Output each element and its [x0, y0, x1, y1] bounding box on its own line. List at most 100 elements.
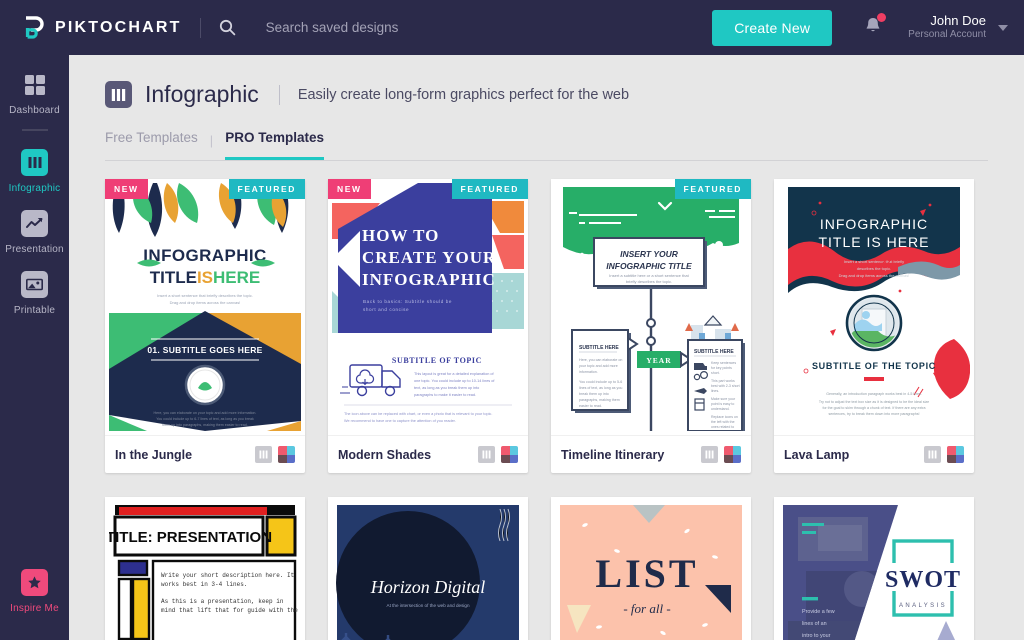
template-thumbnail[interactable]: TITLE: PRESENTATION Write your short des…	[105, 497, 305, 640]
template-card[interactable]: NEW FEATURED	[328, 179, 528, 473]
badge-featured: FEATURED	[229, 179, 305, 199]
template-name: Lava Lamp	[784, 448, 849, 462]
template-card-icons	[701, 446, 741, 463]
sidebar-item-printable[interactable]: Printable	[0, 255, 69, 316]
svg-text:Insert a short sentence that b: Insert a short sentence that briefly des…	[157, 293, 253, 298]
svg-text:text, as long as you break the: text, as long as you break them up into	[414, 386, 479, 390]
color-palette-icon[interactable]	[724, 446, 741, 463]
notification-dot	[877, 13, 886, 22]
template-card[interactable]: Horizon Digital At the intersection of t…	[328, 497, 528, 640]
svg-text:best with 2-3 short: best with 2-3 short	[711, 384, 740, 388]
sidebar-item-inspire-me[interactable]: Inspire Me	[0, 569, 69, 614]
template-card-icons	[478, 446, 518, 463]
svg-text:understand.: understand.	[711, 407, 730, 411]
svg-text:lines of text, as long as you: lines of text, as long as you	[579, 386, 622, 390]
infographic-bars-icon[interactable]	[701, 446, 718, 463]
svg-text:Horizon Digital: Horizon Digital	[370, 577, 486, 597]
svg-text:TITLE: PRESENTATION: TITLE: PRESENTATION	[109, 529, 272, 546]
sidebar-item-presentation[interactable]: Presentation	[0, 194, 69, 255]
svg-text:lines.: lines.	[711, 389, 719, 393]
badge-new: NEW	[328, 179, 371, 199]
tab-divider: |	[198, 133, 225, 160]
svg-text:intro to your: intro to your	[802, 633, 831, 639]
svg-text:LIST: LIST	[595, 551, 698, 596]
svg-text:At the intersection of the web: At the intersection of the web and desig…	[387, 603, 470, 608]
template-card[interactable]: INFOGRAPHIC TITLE IS HERE Insert a short…	[774, 179, 974, 473]
brand-name: PIKTOCHART	[55, 19, 182, 37]
page-header: Infographic Easily create long-form grap…	[69, 55, 1024, 108]
color-palette-icon[interactable]	[278, 446, 295, 463]
svg-text:SUBTITLE HERE: SUBTITLE HERE	[694, 349, 734, 355]
sidebar-item-dashboard[interactable]: Dashboard	[0, 55, 69, 116]
svg-text:information.: information.	[579, 370, 598, 374]
tab-free-templates[interactable]: Free Templates	[105, 130, 198, 160]
account-subtitle: Personal Account	[908, 29, 986, 42]
thumbnail-art-timeline: INSERT YOUR INFOGRAPHIC TITLE Insert a s…	[555, 183, 747, 431]
template-card[interactable]: TITLE: PRESENTATION Write your short des…	[105, 497, 305, 640]
sidebar-label-infographic: Infographic	[0, 183, 69, 194]
template-thumbnail[interactable]: Provide a few lines of an intro to your …	[774, 497, 974, 640]
svg-text:Here, you can elaborate on: Here, you can elaborate on	[579, 358, 622, 362]
notification-bell-icon[interactable]	[864, 16, 882, 40]
search-input[interactable]	[266, 20, 566, 35]
svg-text:them up into paragraphs, makin: them up into paragraphs, making them eas…	[162, 423, 248, 427]
app-root: PIKTOCHART Create New John Doe P	[0, 0, 1024, 640]
account-menu[interactable]: John Doe Personal Account	[908, 13, 1008, 42]
template-thumbnail[interactable]: Horizon Digital At the intersection of t…	[328, 497, 528, 640]
svg-text:This part works: This part works	[711, 379, 735, 383]
svg-text:INFOGRAPHIC: INFOGRAPHIC	[820, 216, 928, 232]
badge-featured: FEATURED	[675, 179, 751, 199]
svg-text:As this is a presentation, kee: As this is a presentation, keep in	[161, 598, 284, 605]
template-thumbnail[interactable]: NEW FEATURED	[105, 179, 305, 435]
svg-text:the left with the: the left with the	[711, 420, 735, 424]
template-card-footer: Modern Shades	[328, 435, 528, 473]
svg-text:Generally, an introduction par: Generally, an introduction paragraph wor…	[826, 392, 922, 396]
svg-text:You could include up to 6-7 li: You could include up to 6-7 lines of tex…	[156, 417, 254, 421]
svg-text:Write your short description h: Write your short description here. It	[161, 572, 294, 579]
account-text: John Doe Personal Account	[908, 13, 986, 42]
svg-text:- for all -: - for all -	[623, 601, 670, 616]
template-thumbnail[interactable]: INFOGRAPHIC TITLE IS HERE Insert a short…	[774, 179, 974, 435]
svg-text:Insert a short sentence that b: Insert a short sentence that briefly	[844, 259, 904, 264]
sidebar-item-infographic[interactable]: Infographic	[0, 133, 69, 194]
template-card[interactable]: LIST - for all -	[551, 497, 751, 640]
svg-text:Try not to adjust the text box: Try not to adjust the text box size as i…	[819, 400, 929, 404]
svg-text:Provide a few: Provide a few	[802, 609, 835, 615]
brand-logo[interactable]: PIKTOCHART	[24, 16, 182, 40]
infographic-bars-icon[interactable]	[924, 446, 941, 463]
svg-text:01. SUBTITLE GOES HERE: 01. SUBTITLE GOES HERE	[147, 345, 262, 355]
thumbnail-art-jungle: INFOGRAPHIC TITLEISHERE Insert a short s…	[109, 183, 301, 431]
color-palette-icon[interactable]	[501, 446, 518, 463]
color-palette-icon[interactable]	[947, 446, 964, 463]
badge-featured: FEATURED	[452, 179, 528, 199]
template-grid: NEW FEATURED	[69, 161, 1024, 640]
infographic-bars-icon[interactable]	[478, 446, 495, 463]
template-thumbnail[interactable]: NEW FEATURED	[328, 179, 528, 435]
svg-text:You could include up to 5-6: You could include up to 5-6	[579, 380, 622, 384]
svg-text:for the goal to skim through a: for the goal to skim through a chunk of …	[822, 406, 925, 410]
template-card-footer: Lava Lamp	[774, 435, 974, 473]
star-icon	[21, 569, 48, 596]
tab-pro-templates[interactable]: PRO Templates	[225, 130, 324, 160]
template-card-icons	[255, 446, 295, 463]
svg-text:lines of an: lines of an	[802, 621, 827, 627]
svg-text:short and concise: short and concise	[363, 307, 409, 312]
search-icon[interactable]	[219, 19, 236, 36]
template-card-icons	[924, 446, 964, 463]
svg-text:SUBTITLE HERE: SUBTITLE HERE	[579, 345, 619, 351]
thumbnail-art-list: LIST - for all -	[555, 501, 747, 640]
infographic-bars-icon[interactable]	[255, 446, 272, 463]
template-thumbnail[interactable]: LIST - for all -	[551, 497, 751, 640]
template-card[interactable]: FEATURED	[551, 179, 751, 473]
svg-text:paragraphs to make it easier t: paragraphs to make it easier to read.	[414, 393, 476, 397]
thumbnail-art-lava: INFOGRAPHIC TITLE IS HERE Insert a short…	[778, 183, 970, 431]
template-thumbnail[interactable]: FEATURED	[551, 179, 751, 435]
thumbnail-art-modern: HOW TO CREATE YOUR INFOGRAPHIC Back to b…	[332, 183, 524, 431]
create-new-button[interactable]: Create New	[712, 10, 832, 46]
thumbnail-art-horizon: Horizon Digital At the intersection of t…	[332, 501, 524, 640]
svg-text:Make sure your: Make sure your	[711, 397, 736, 401]
template-card[interactable]: NEW FEATURED	[105, 179, 305, 473]
template-card[interactable]: Provide a few lines of an intro to your …	[774, 497, 974, 640]
top-right-group: Create New John Doe Personal Account	[712, 10, 1008, 46]
page-title: Infographic	[145, 81, 259, 108]
